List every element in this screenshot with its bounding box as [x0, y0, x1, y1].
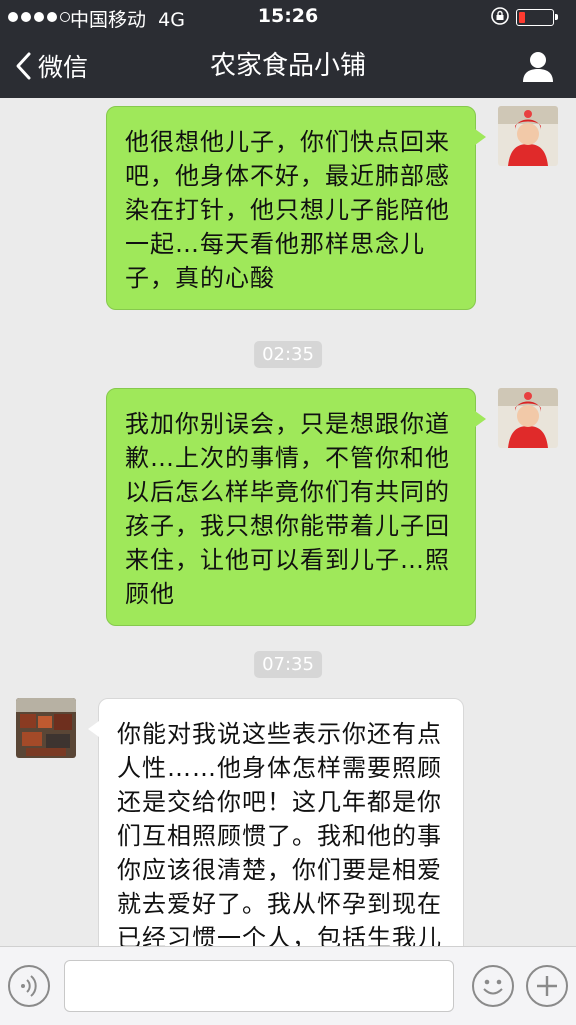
battery-icon [516, 9, 558, 26]
emoji-button[interactable] [472, 965, 514, 1007]
message-input[interactable] [64, 960, 454, 1012]
timestamp: 07:35 [254, 651, 322, 678]
timestamp: 02:35 [254, 341, 322, 368]
my-avatar[interactable] [498, 388, 558, 448]
chat-title: 农家食品小铺 [209, 51, 366, 81]
message-bubble[interactable]: 我加你别误会，只是想跟你道歉…上次的事情，不管你和他以后怎么样毕竟你们有共同的孩… [106, 388, 486, 626]
voice-icon [21, 975, 37, 997]
contact-avatar[interactable] [16, 698, 76, 758]
nav-bar: 微信 农家食品小铺 [0, 34, 576, 98]
message-bubble[interactable]: 他很想他儿子，你们快点回来吧，他身体不好，最近肺部感染在打针，他只想儿子能陪他一… [106, 106, 486, 310]
person-icon[interactable] [520, 48, 556, 84]
emoji-icon [483, 979, 503, 995]
plus-button[interactable] [526, 965, 568, 1007]
my-avatar[interactable] [498, 106, 558, 166]
input-bar [0, 946, 576, 1025]
status-bar: 中国移动 4G 15:26 [0, 0, 576, 34]
plus-icon [537, 976, 557, 996]
message-bubble[interactable]: 你能对我说这些表示你还有点人性……他身体怎样需要照顾还是交给你吧！这几年都是你们… [88, 698, 464, 946]
rotation-lock-icon [491, 7, 509, 25]
message-list[interactable]: 他很想他儿子，你们快点回来吧，他身体不好，最近肺部感染在打针，他只想儿子能陪他一… [0, 98, 576, 946]
voice-button[interactable] [8, 965, 50, 1007]
